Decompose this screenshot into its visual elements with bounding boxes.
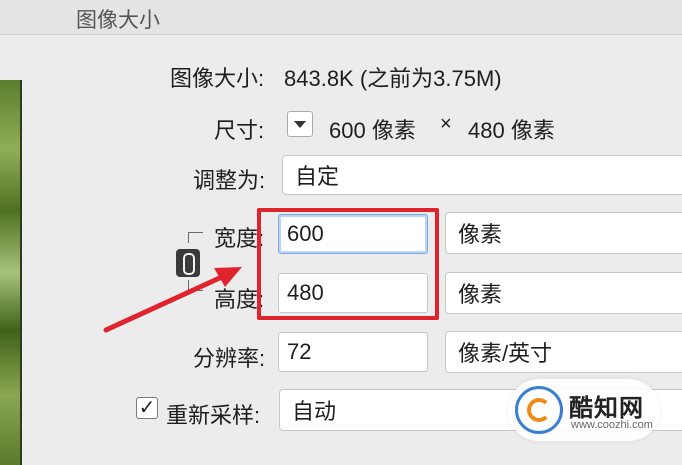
watermark-url: www.coozhi.com <box>571 419 653 431</box>
watermark: 酷知网 www.coozhi.com <box>508 379 660 441</box>
watermark-name: 酷知网 <box>569 395 644 422</box>
coozhi-logo-icon <box>515 386 563 434</box>
